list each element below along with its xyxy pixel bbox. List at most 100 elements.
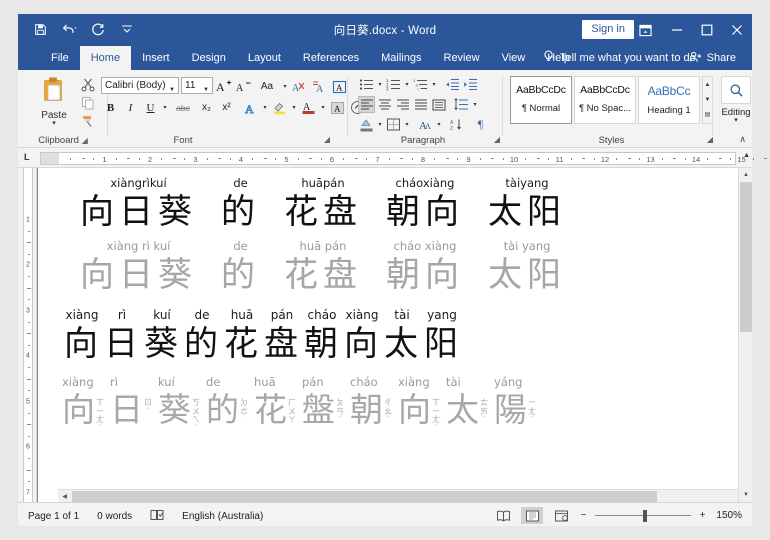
horizontal-scroll-thumb[interactable] <box>72 491 657 502</box>
tab-design[interactable]: Design <box>181 46 237 70</box>
word-group[interactable]: xiàngrìkuí 向日葵 <box>80 176 197 233</box>
style-heading-1[interactable]: AaBbCc Heading 1 <box>638 76 700 124</box>
hanzi-text: 盤 <box>302 390 335 429</box>
ribbon-display-options-icon[interactable] <box>628 14 662 46</box>
word-group[interactable]: tàiyang 太阳 <box>488 176 566 233</box>
pinyin-ruby: yáng <box>494 375 523 389</box>
proofing-errors-icon[interactable] <box>150 509 164 524</box>
tab-review[interactable]: Review <box>433 46 491 70</box>
pinyin-ruby: cháoxiàng <box>395 176 455 190</box>
scroll-up-icon[interactable]: ▲ <box>739 168 752 182</box>
ruler-minor-mark <box>661 158 663 160</box>
word-group[interactable]: de 的 <box>221 176 260 233</box>
tab-insert[interactable]: Insert <box>131 46 181 70</box>
tab-references[interactable]: References <box>292 46 370 70</box>
character-group[interactable]: cháo 朝 <box>304 308 340 365</box>
character-group[interactable]: xiàng 向 <box>64 308 100 365</box>
word-count[interactable]: 0 words <box>97 511 132 522</box>
share-button[interactable]: Share <box>689 46 736 70</box>
print-layout-icon[interactable] <box>521 507 543 524</box>
ruler-minor-mark <box>127 158 131 159</box>
document-page[interactable]: xiàngrìkuí 向日葵 de 的 huāpán 花盘 cháoxiàng 朝向 tàiya… <box>38 168 752 502</box>
tab-stop-selector[interactable]: L <box>24 152 30 162</box>
character-group[interactable]: rì 日ㄖ ˋ <box>110 375 152 433</box>
character-group[interactable]: xiàng 向ㄒ ㄧ ㄤ ˋ <box>62 375 104 433</box>
word-group[interactable]: cháo xiàng 朝向 <box>386 239 464 296</box>
vertical-scroll-thumb[interactable] <box>740 182 752 332</box>
tab-file[interactable]: File <box>40 46 80 70</box>
zoom-slider-thumb[interactable] <box>643 509 647 522</box>
ruler-minor-mark <box>479 158 481 160</box>
status-left: Page 1 of 1 0 words English (Australia) <box>28 509 263 524</box>
zoom-out-button[interactable]: − <box>579 510 588 521</box>
pinyin-ruby: xiàng <box>65 308 99 322</box>
character-group[interactable]: pán 盘 <box>264 308 300 365</box>
ruler-scroll-up-icon[interactable]: ▲ <box>743 152 750 159</box>
tab-mailings[interactable]: Mailings <box>370 46 432 70</box>
word-group[interactable]: cháoxiàng 朝向 <box>386 176 464 233</box>
styles-scroll-down-icon[interactable]: ▼ <box>703 92 712 107</box>
tell-me-search[interactable]: Tell me what you want to do <box>543 46 696 70</box>
horizontal-scrollbar[interactable]: ◀ ▶ <box>58 489 752 502</box>
style-normal[interactable]: AaBbCcDc ¶ Normal <box>510 76 572 124</box>
character-group[interactable]: yang 阳 <box>424 308 460 365</box>
hanzi-text: 日 <box>110 390 143 429</box>
ruler-minor-mark <box>548 158 550 160</box>
editing-dropdown-caret[interactable]: ▾ <box>715 117 757 124</box>
horizontal-ruler[interactable]: 1 2 3 4 5 6 7 8 9 10 11 12 13 14 15 <box>40 152 768 165</box>
maximize-icon[interactable] <box>692 14 722 46</box>
scroll-left-icon[interactable]: ◀ <box>58 490 71 502</box>
word-group[interactable]: huāpán 花盘 <box>284 176 362 233</box>
style-name: ¶ Normal <box>521 103 561 114</box>
styles-scroll-up-icon[interactable]: ▲ <box>703 77 712 92</box>
character-group[interactable]: rì 日 <box>104 308 140 365</box>
character-group[interactable]: tài 太ㄊ ㄞ ˋ <box>446 375 488 433</box>
document-line-4[interactable]: xiàng 向ㄒ ㄧ ㄤ ˋ rì 日ㄖ ˋ kuí 葵ㄎ ㄨ ㄟ ˊ de 的ㄉ ㄜ ˙ hu… <box>62 375 746 433</box>
character-group[interactable]: cháo 朝ㄔ ㄠ ˊ <box>350 375 392 433</box>
character-group[interactable]: de 的ㄉ ㄜ ˙ <box>206 375 248 433</box>
tab-layout[interactable]: Layout <box>237 46 292 70</box>
language-indicator[interactable]: English (Australia) <box>182 511 263 522</box>
character-group[interactable]: yáng 陽ㄧ ㄤ ˊ <box>494 375 536 433</box>
word-group[interactable]: de 的 <box>221 239 260 296</box>
scroll-down-icon[interactable]: ▼ <box>739 488 752 502</box>
sign-in-button[interactable]: Sign in <box>582 20 634 39</box>
ruler-minor-mark <box>730 158 732 160</box>
word-group[interactable]: huā pán 花盘 <box>284 239 362 296</box>
tab-view[interactable]: View <box>491 46 537 70</box>
ruler-minor-mark <box>627 158 631 159</box>
minimize-icon[interactable] <box>662 14 692 46</box>
character-group[interactable]: kuí 葵ㄎ ㄨ ㄟ ˊ <box>158 375 200 433</box>
word-group[interactable]: xiàng rì kuí 向日葵 <box>80 239 197 296</box>
zoom-slider[interactable] <box>595 509 691 523</box>
vertical-scrollbar[interactable]: ▲ ▼ <box>738 168 752 502</box>
style-name: ¶ No Spac... <box>578 103 632 114</box>
document-line-3[interactable]: xiàng 向 rì 日 kuí 葵 de 的 huā 花 pán 盘 cháo 朝 xiàng 向 tài 太 y… <box>64 308 746 365</box>
zoom-in-button[interactable]: + <box>698 510 707 521</box>
zoom-level[interactable]: 150% <box>714 510 742 521</box>
bopomofo-ruby: ㄒ ㄧ ㄤ ˋ <box>96 398 104 433</box>
collapse-ribbon-icon[interactable]: ∧ <box>739 134 746 145</box>
character-group[interactable]: xiàng 向ㄒ ㄧ ㄤ ˋ <box>398 375 440 433</box>
tab-home[interactable]: Home <box>79 46 132 70</box>
editing-button[interactable]: Editing ▾ <box>715 76 757 124</box>
page-indicator[interactable]: Page 1 of 1 <box>28 511 79 522</box>
character-group[interactable]: de 的 <box>184 308 220 365</box>
character-group[interactable]: huā 花 <box>224 308 260 365</box>
document-line-1[interactable]: xiàngrìkuí 向日葵 de 的 huāpán 花盘 cháoxiàng 朝向 tàiya… <box>80 176 746 233</box>
read-mode-icon[interactable] <box>492 507 514 524</box>
close-icon[interactable] <box>722 14 752 46</box>
style-no-spacing[interactable]: AaBbCcDc ¶ No Spac... <box>574 76 636 124</box>
character-group[interactable]: huā 花ㄏ ㄨ ㄚ <box>254 375 296 433</box>
styles-more-icon[interactable]: ▤ <box>703 107 712 122</box>
document-line-2[interactable]: xiàng rì kuí 向日葵 de 的 huā pán 花盘 cháo xiàng 朝向 t… <box>80 239 746 296</box>
character-group[interactable]: xiàng 向 <box>344 308 380 365</box>
web-layout-icon[interactable] <box>550 507 572 524</box>
styles-dialog-launcher[interactable]: ◢ <box>707 135 713 144</box>
character-group[interactable]: tài 太 <box>384 308 420 365</box>
document-content[interactable]: xiàngrìkuí 向日葵 de 的 huāpán 花盘 cháoxiàng 朝向 tàiya… <box>56 176 746 433</box>
character-group[interactable]: kuí 葵 <box>144 308 180 365</box>
character-group[interactable]: pán 盤ㄆ ㄢ ˊ <box>302 375 344 433</box>
vertical-ruler[interactable]: 1 2 3 4 5 6 7 <box>18 168 37 502</box>
word-group[interactable]: tài yang 太阳 <box>488 239 566 296</box>
